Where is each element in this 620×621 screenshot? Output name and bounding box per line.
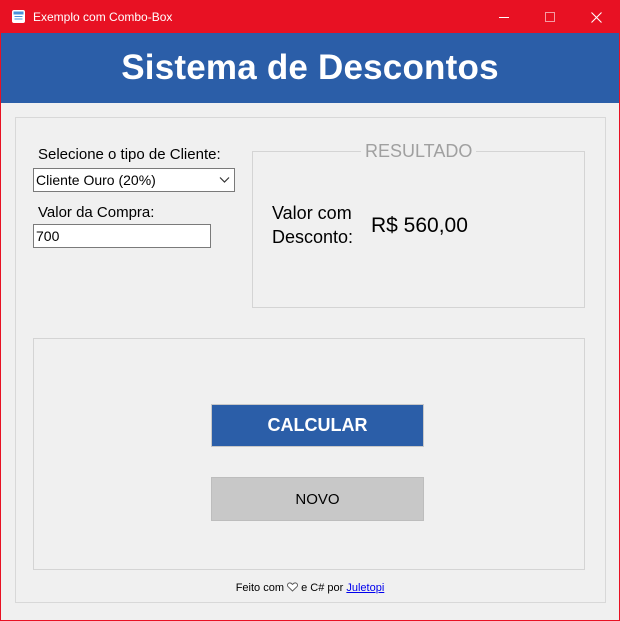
client-type-combobox[interactable]: Cliente Ouro (20%) [33,168,235,192]
close-button[interactable] [573,1,619,33]
new-button[interactable]: NOVO [211,477,424,521]
result-legend: RESULTADO [361,141,477,162]
footer-credits: Feito com e C# por Juletopi [1,582,619,594]
client-type-selected: Cliente Ouro (20%) [36,172,156,188]
maximize-button[interactable] [527,1,573,33]
close-icon [590,11,602,23]
purchase-value-input[interactable]: 700 [33,224,211,248]
app-icon [12,10,25,23]
buttons-panel [33,338,585,570]
header-banner: Sistema de Descontos [1,33,619,103]
client-type-label: Selecione o tipo de Cliente: [38,146,221,163]
heart-icon [287,582,298,592]
purchase-value-label: Valor da Compra: [38,204,155,221]
chevron-down-icon [219,177,230,183]
discount-value: R$ 560,00 [371,214,468,237]
discount-value-label: Valor com Desconto: [272,203,354,247]
footer-prefix: Feito com [235,582,284,594]
footer-middle: e C# por [301,582,344,594]
title-bar[interactable]: Exemplo com Combo-Box [1,1,619,33]
app-window: Exemplo com Combo-Box Sistema de Descont… [0,0,620,621]
minimize-icon [499,17,509,18]
maximize-icon [545,12,555,22]
author-link[interactable]: Juletopi [346,582,384,594]
page-title: Sistema de Descontos [121,48,499,87]
calculate-button[interactable]: CALCULAR [211,404,424,447]
minimize-button[interactable] [481,1,527,33]
purchase-value-text: 700 [36,228,60,244]
window-title: Exemplo com Combo-Box [33,10,173,24]
